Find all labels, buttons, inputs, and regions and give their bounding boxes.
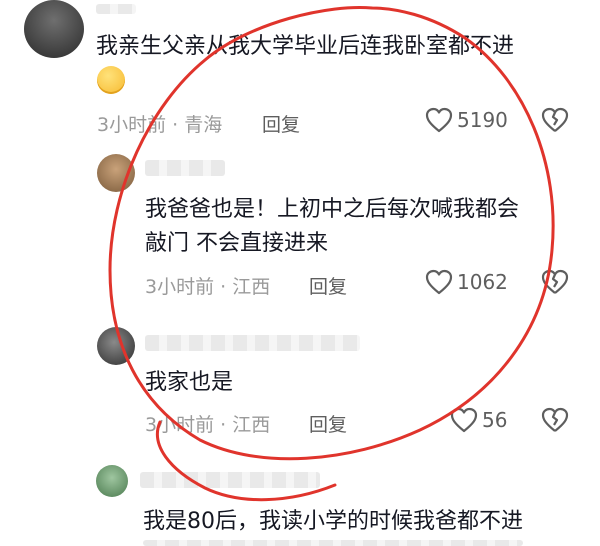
reply-button[interactable]: 回复 bbox=[262, 110, 300, 137]
like-count: 5190 bbox=[457, 108, 508, 132]
heart-outline-icon bbox=[425, 269, 453, 295]
comment-meta: 3小时前 · 青海 bbox=[97, 114, 223, 136]
comment-text: 我亲生父亲从我大学毕业后连我卧室都不进 bbox=[96, 34, 515, 59]
avatar[interactable] bbox=[96, 465, 128, 497]
like-button[interactable]: 5190 bbox=[425, 107, 508, 133]
username-obscured[interactable] bbox=[145, 335, 360, 351]
comment-meta: 3小时前 · 江西 bbox=[145, 414, 271, 436]
red-circle-annotation bbox=[108, 5, 555, 502]
cut-off-text-line bbox=[143, 540, 523, 546]
dislike-button[interactable] bbox=[540, 107, 570, 133]
dislike-button[interactable] bbox=[540, 407, 570, 433]
like-count: 56 bbox=[482, 408, 508, 432]
username-obscured[interactable] bbox=[96, 4, 136, 14]
reply-button[interactable]: 回复 bbox=[309, 272, 347, 299]
worried-face-emoji-icon bbox=[97, 66, 125, 94]
broken-heart-icon bbox=[540, 269, 570, 295]
like-button[interactable]: 1062 bbox=[425, 269, 508, 295]
comment-text: 我是80后，我读小学的时候我爸都不进 bbox=[143, 509, 523, 534]
reply-button[interactable]: 回复 bbox=[309, 410, 347, 437]
username-obscured[interactable] bbox=[145, 160, 225, 176]
avatar[interactable] bbox=[24, 0, 84, 58]
avatar[interactable] bbox=[97, 154, 135, 192]
comment-meta: 3小时前 · 江西 bbox=[145, 276, 271, 298]
dislike-button[interactable] bbox=[540, 269, 570, 295]
broken-heart-icon bbox=[540, 107, 570, 133]
comment-text-line-1: 我爸爸也是！上初中之后每次喊我都会 bbox=[145, 197, 520, 222]
comment-text-line-2: 敲门 不会直接进来 bbox=[145, 231, 328, 256]
comment-text: 我家也是 bbox=[145, 370, 234, 395]
like-count: 1062 bbox=[457, 270, 508, 294]
broken-heart-icon bbox=[540, 407, 570, 433]
like-button[interactable]: 56 bbox=[450, 407, 507, 433]
heart-outline-icon bbox=[425, 107, 453, 133]
heart-outline-icon bbox=[450, 407, 478, 433]
username-obscured[interactable] bbox=[140, 472, 320, 488]
avatar[interactable] bbox=[97, 327, 135, 365]
